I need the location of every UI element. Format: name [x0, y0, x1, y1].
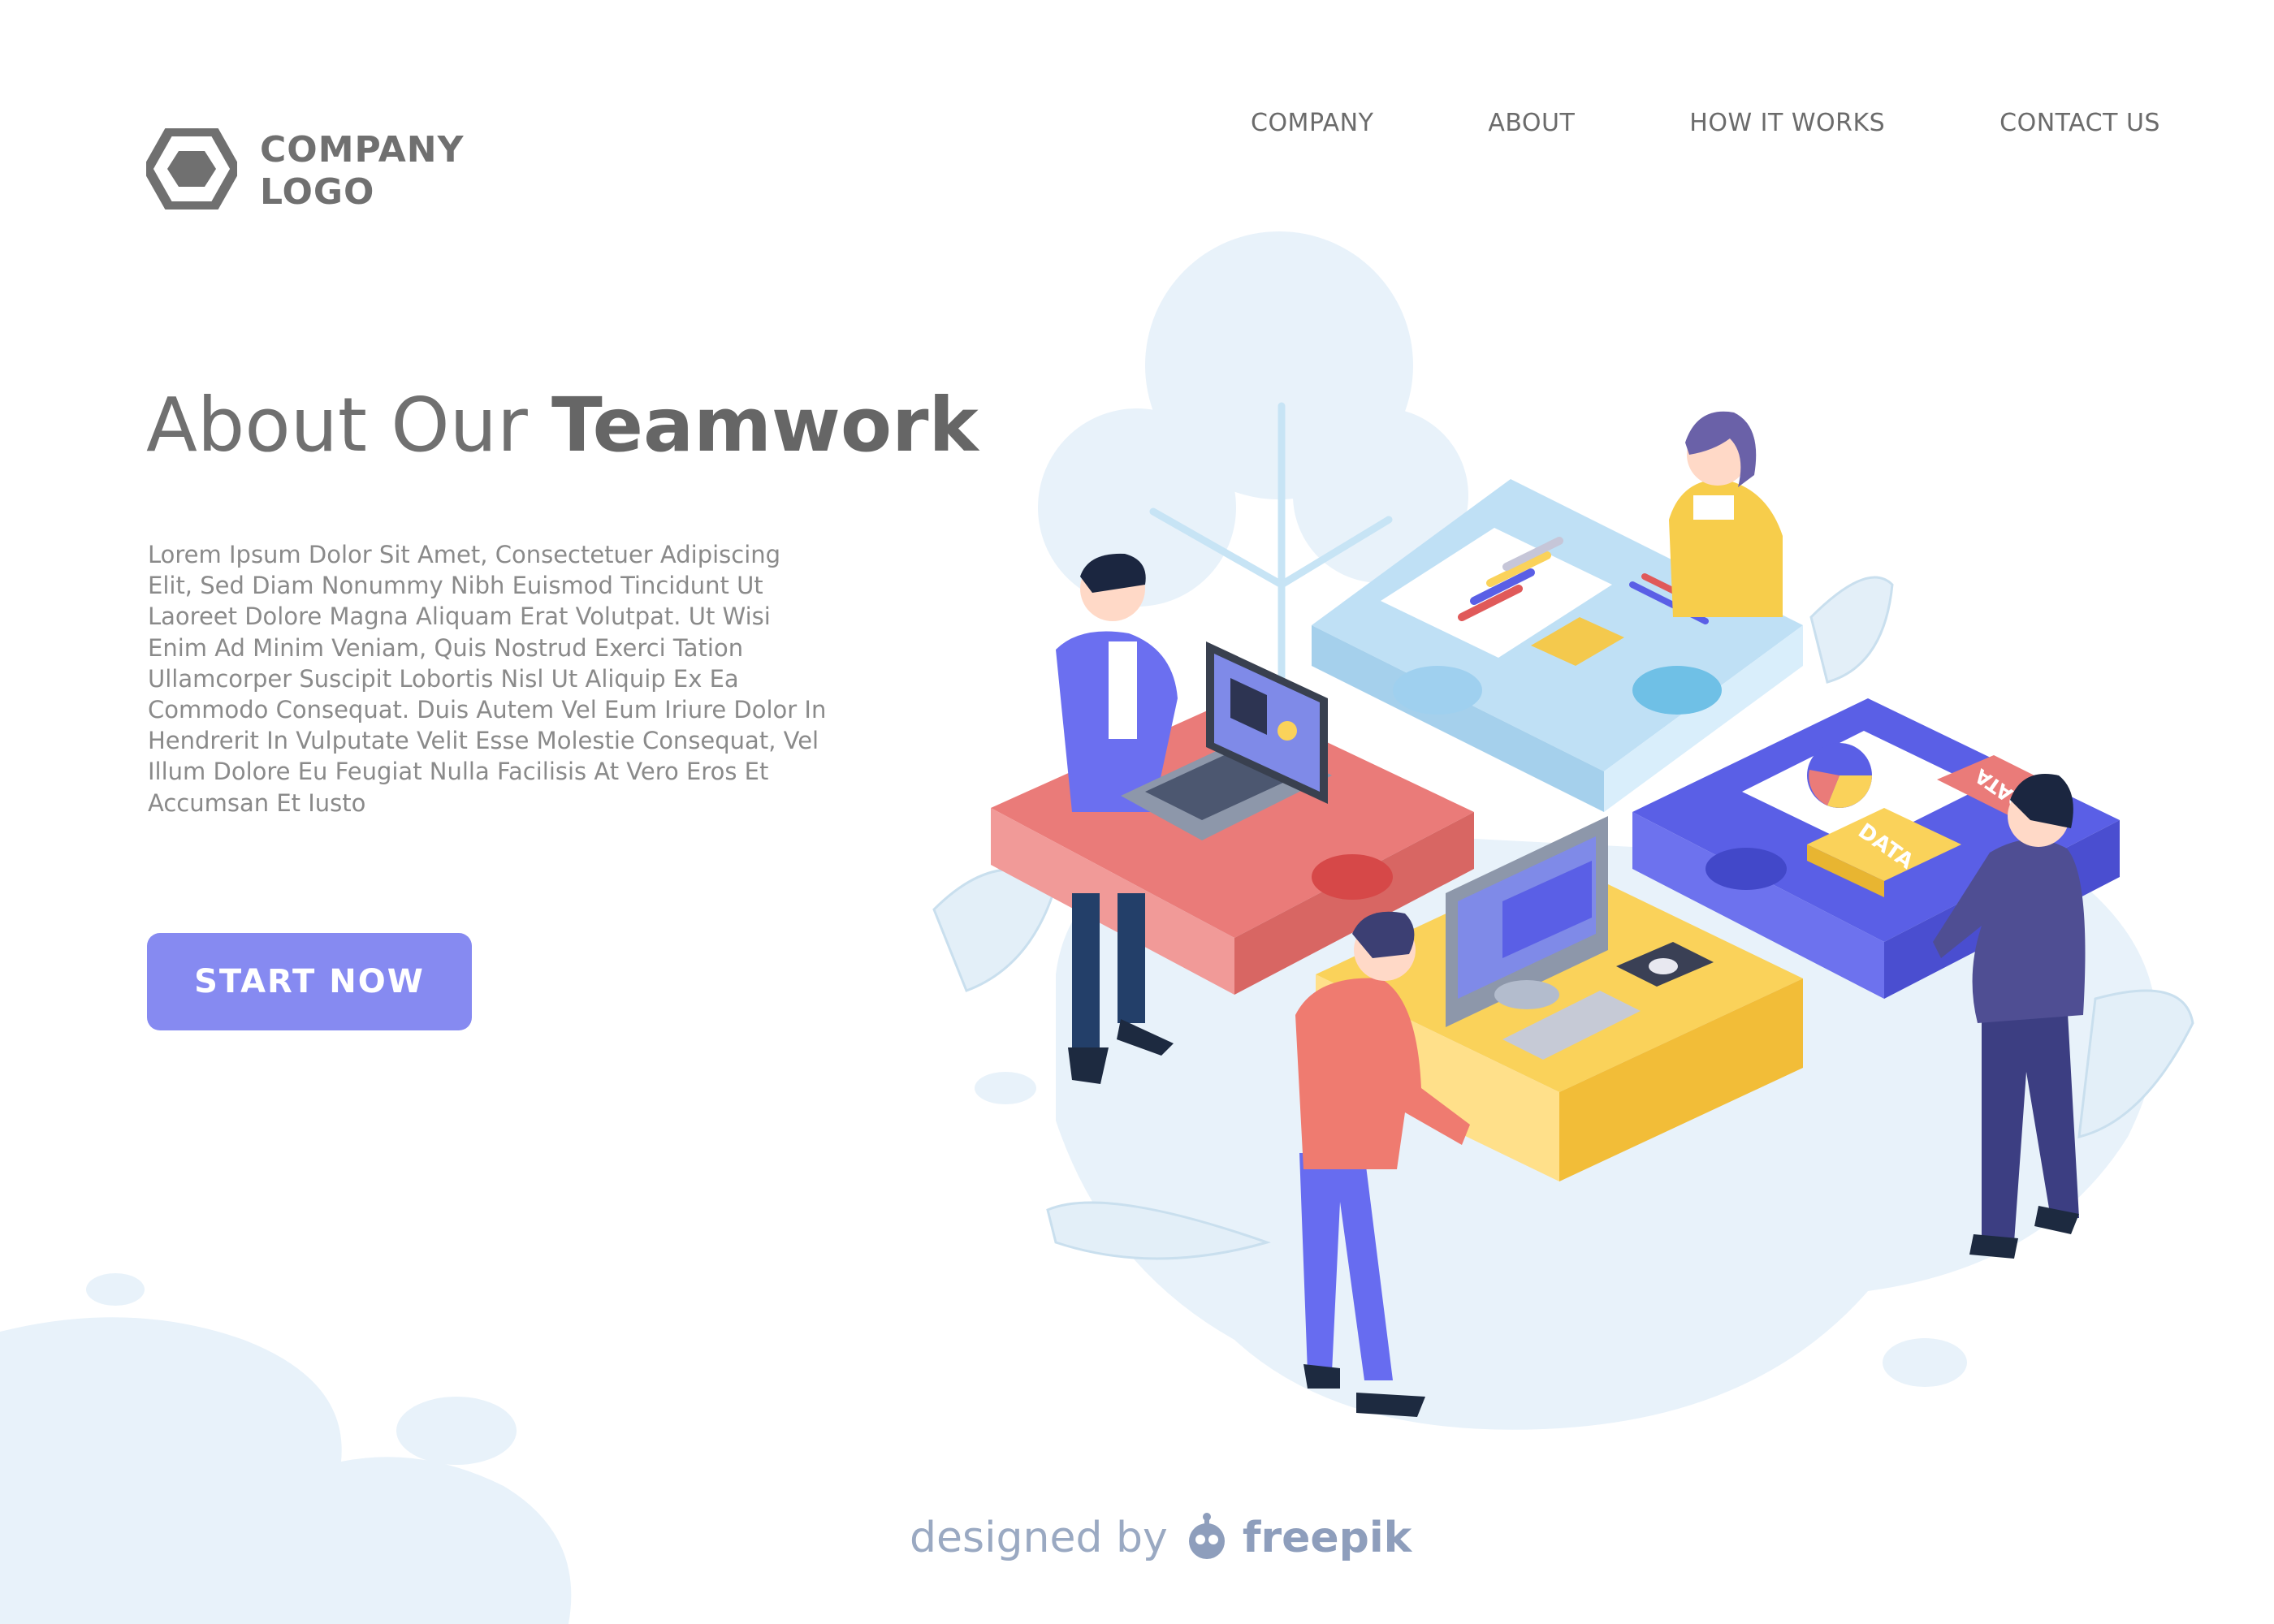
credit-prefix: designed by — [910, 1514, 1168, 1562]
hexagon-icon — [143, 127, 240, 214]
person-woman — [1669, 411, 1783, 617]
designed-by-credit: designed by freepik — [910, 1512, 1412, 1564]
logo-text: COMPANY LOGO — [260, 129, 464, 214]
nav-company[interactable]: COMPANY — [1251, 109, 1373, 137]
logo-line-2: LOGO — [260, 171, 375, 213]
title-light: About Our — [146, 382, 528, 469]
paragraph-line: Elit, Sed Diam Nonummy Nibh Euismod Tinc… — [148, 572, 763, 600]
nav-about[interactable]: ABOUT — [1488, 109, 1575, 137]
credit-brand[interactable]: freepik — [1243, 1514, 1412, 1562]
start-now-button[interactable]: START NOW — [147, 933, 472, 1030]
nav-how-it-works[interactable]: HOW IT WORKS — [1689, 109, 1885, 137]
hero-paragraph: Lorem Ipsum Dolor Sit Amet, Consectetuer… — [148, 539, 830, 818]
paragraph-line: Laoreet Dolore Magna Aliquam Erat Volutp… — [148, 603, 771, 631]
paragraph-line: Accumsan Et Iusto — [148, 788, 366, 817]
paragraph-line: Hendrerit In Vulputate Velit Esse Molest… — [148, 727, 819, 755]
paragraph-line: Commodo Consequat. Duis Autem Vel Eum Ir… — [148, 696, 827, 724]
page-title: About Our Teamwork — [146, 382, 979, 469]
logo-line-1: COMPANY — [260, 128, 465, 171]
paragraph-line: Illum Dolore Eu Feugiat Nulla Facilisis … — [148, 758, 769, 786]
paragraph-line: Lorem Ipsum Dolor Sit Amet, Consectetuer… — [148, 541, 781, 568]
nav-contact-us[interactable]: CONTACT US — [1999, 109, 2160, 137]
paragraph-line: Ullamcorper Suscipit Lobortis Nisl Ut Al… — [148, 664, 739, 693]
company-logo[interactable]: COMPANY LOGO — [143, 127, 464, 214]
teamwork-illustration: DATA DATA — [932, 402, 2194, 1417]
top-nav: COMPANY ABOUT HOW IT WORKS CONTACT US — [1251, 109, 2160, 137]
paragraph-line: Enim Ad Minim Veniam, Quis Nostrud Exerc… — [148, 633, 744, 662]
freepik-robot-icon — [1181, 1512, 1233, 1564]
